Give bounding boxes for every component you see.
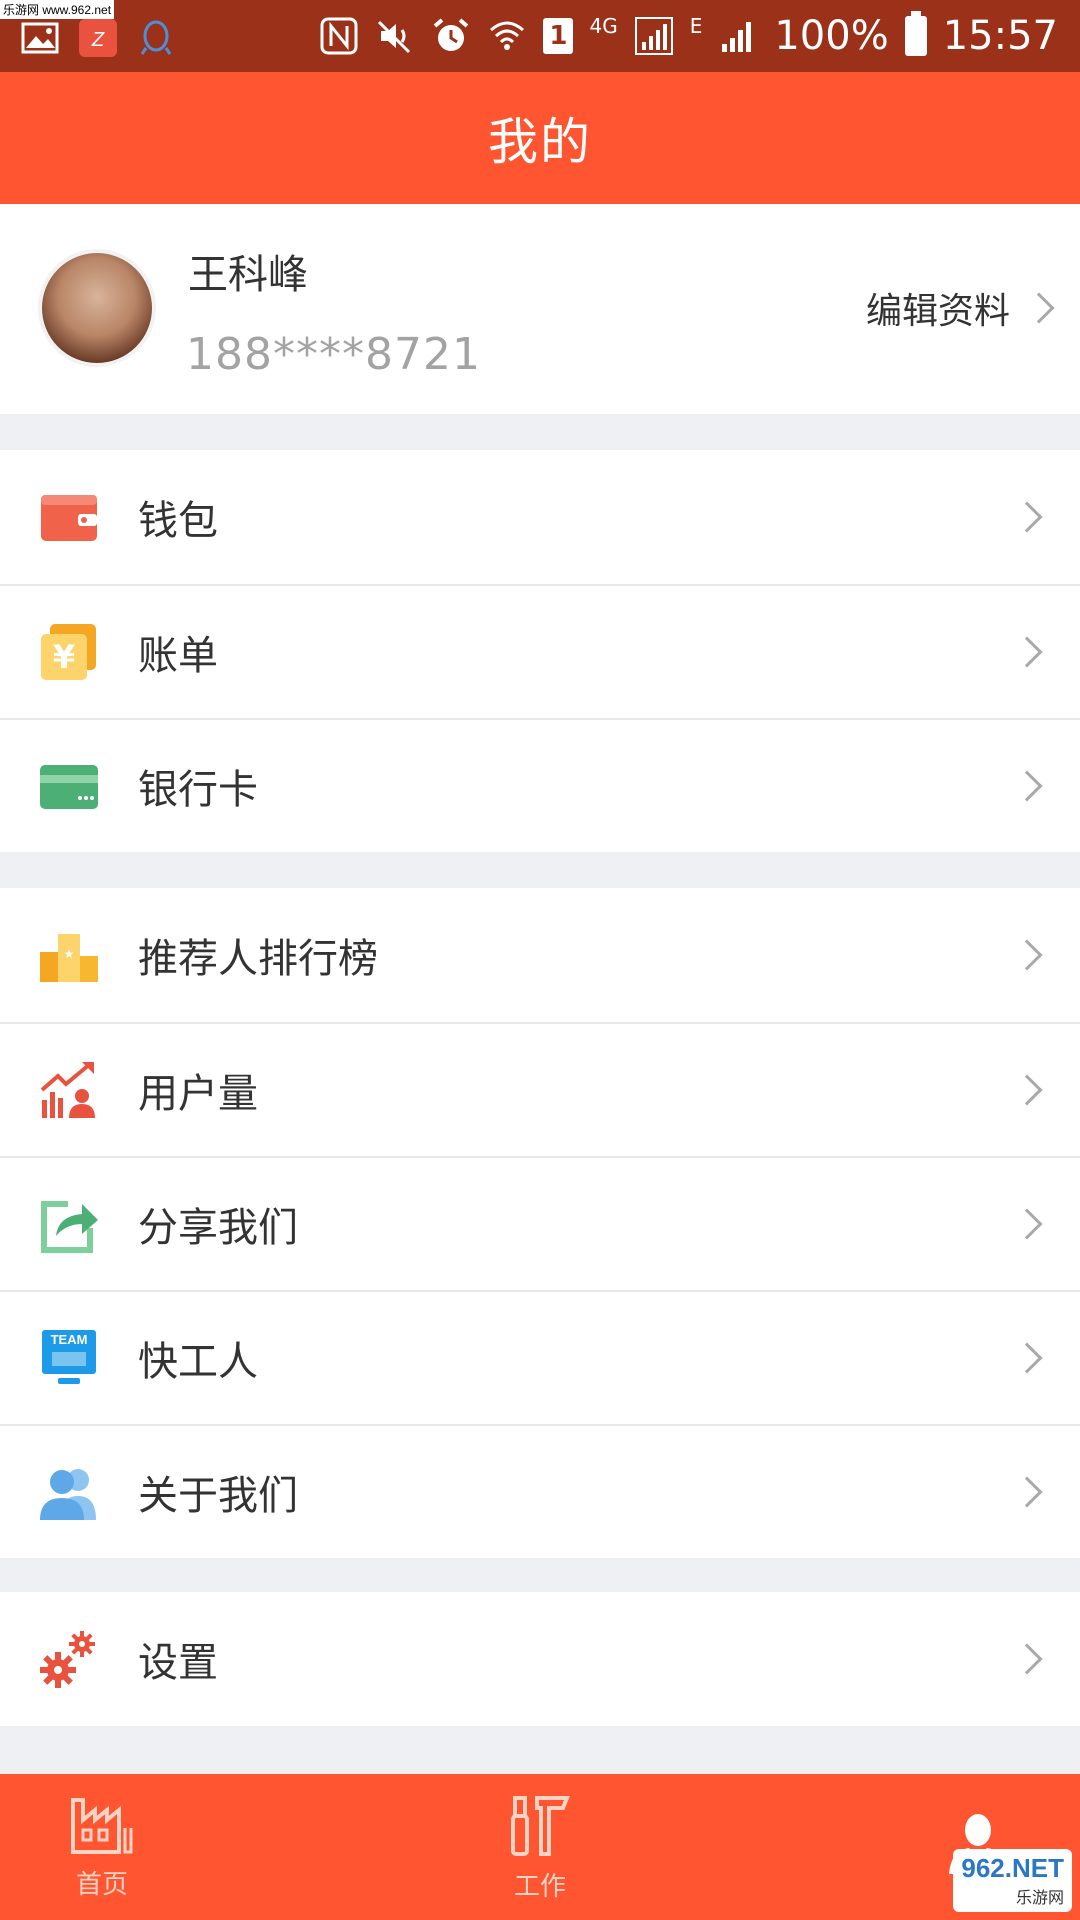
edit-profile-label: 编辑资料	[865, 291, 1010, 332]
nav-work[interactable]: 工作	[450, 1774, 630, 1920]
profile-name: 王科峰	[188, 252, 308, 298]
share-icon	[41, 1201, 98, 1253]
chevron-right-icon	[1011, 1074, 1043, 1106]
chevron-right-icon	[1011, 939, 1043, 971]
profile-phone: 188****8721	[186, 329, 481, 380]
battery-icon	[904, 11, 927, 56]
menu-item-settings[interactable]: 设置	[0, 1592, 1080, 1726]
menu-item-bank-card[interactable]: 银行卡	[0, 718, 1080, 852]
tools-icon	[511, 1795, 570, 1856]
menu-label: 设置	[138, 1640, 218, 1686]
leaderboard-icon: ★	[40, 934, 98, 982]
menu-label: 钱包	[138, 498, 218, 544]
sim-badge: 1	[543, 18, 574, 54]
user-growth-icon	[40, 1062, 95, 1118]
svg-text:TEAM: TEAM	[51, 1332, 88, 1347]
menu-label: 银行卡	[138, 767, 258, 813]
about-us-icon	[40, 1469, 96, 1520]
menu-item-about-us[interactable]: 关于我们	[0, 1424, 1080, 1558]
battery-percent: 100%	[774, 13, 889, 59]
network-type-2: E	[689, 14, 703, 38]
clock: 15:57	[942, 13, 1058, 59]
alarm-icon	[434, 18, 469, 51]
network-type: 4G	[589, 14, 618, 38]
chevron-right-icon	[1011, 1342, 1043, 1374]
menu-label: 关于我们	[138, 1473, 298, 1519]
team-icon: TEAM	[42, 1330, 96, 1384]
menu-group-finance: 钱包 ¥ 账单 银行卡	[0, 450, 1080, 852]
menu-item-kuaigongren[interactable]: TEAM 快工人	[0, 1290, 1080, 1424]
app-header: 我的	[0, 72, 1080, 204]
chevron-right-icon	[1011, 1476, 1043, 1508]
menu-label: 分享我们	[138, 1205, 298, 1251]
nav-home[interactable]: 首页	[12, 1774, 192, 1920]
status-bar: 乐游网 www.962.net Z 1 4G E 100% 15:57	[0, 0, 1080, 72]
gallery-icon	[21, 22, 59, 54]
menu-item-wallet[interactable]: 钱包	[0, 450, 1080, 584]
chevron-right-icon	[1011, 1643, 1043, 1675]
chevron-right-icon	[1011, 636, 1043, 668]
bill-icon: ¥	[41, 624, 96, 680]
page-title: 我的	[488, 113, 592, 171]
menu-item-share[interactable]: 分享我们	[0, 1156, 1080, 1290]
svg-text:¥: ¥	[53, 638, 75, 676]
chevron-right-icon	[1011, 1208, 1043, 1240]
app-notification-icon: Z	[79, 19, 117, 57]
wifi-icon	[490, 21, 525, 50]
edit-profile-button[interactable]: 编辑资料	[865, 282, 1055, 334]
signal-icon	[634, 17, 673, 55]
nfc-icon	[320, 17, 358, 55]
factory-icon	[71, 1797, 133, 1854]
profile-card[interactable]: 王科峰 188****8721 编辑资料	[0, 204, 1080, 414]
menu-group-community: ★ 推荐人排行榜 用户量 分享我们 TEAM 快工人 关于我们	[0, 888, 1080, 1558]
menu-item-bill[interactable]: ¥ 账单	[0, 584, 1080, 718]
nav-label: 首页	[75, 1869, 128, 1900]
settings-icon	[40, 1631, 95, 1688]
svg-text:Z: Z	[91, 29, 105, 51]
menu-label: 快工人	[138, 1339, 258, 1385]
avatar[interactable]	[38, 249, 156, 367]
menu-label: 账单	[138, 633, 218, 679]
watermark-bottom-sub: 乐游网	[1015, 1890, 1064, 1907]
wallet-icon	[41, 495, 97, 541]
menu-label: 推荐人排行榜	[138, 936, 378, 982]
nav-label: 工作	[513, 1871, 566, 1902]
signal-icon-2	[722, 22, 752, 52]
chevron-right-icon	[1011, 501, 1043, 533]
svg-text:★: ★	[64, 947, 75, 961]
qq-icon	[140, 20, 172, 55]
menu-group-settings: 设置	[0, 1592, 1080, 1726]
menu-item-user-count[interactable]: 用户量	[0, 1022, 1080, 1156]
bank-card-icon	[40, 765, 98, 809]
chevron-right-icon	[1023, 292, 1055, 324]
menu-item-leaderboard[interactable]: ★ 推荐人排行榜	[0, 888, 1080, 1022]
watermark-bottom-text: 962.NET	[961, 1853, 1064, 1883]
mute-icon	[378, 20, 411, 54]
watermark-bottom: 962.NET 乐游网	[953, 1849, 1072, 1912]
bottom-nav: 首页 工作 962.NET 乐游网	[0, 1774, 1080, 1920]
menu-label: 用户量	[138, 1071, 258, 1117]
chevron-right-icon	[1011, 770, 1043, 802]
